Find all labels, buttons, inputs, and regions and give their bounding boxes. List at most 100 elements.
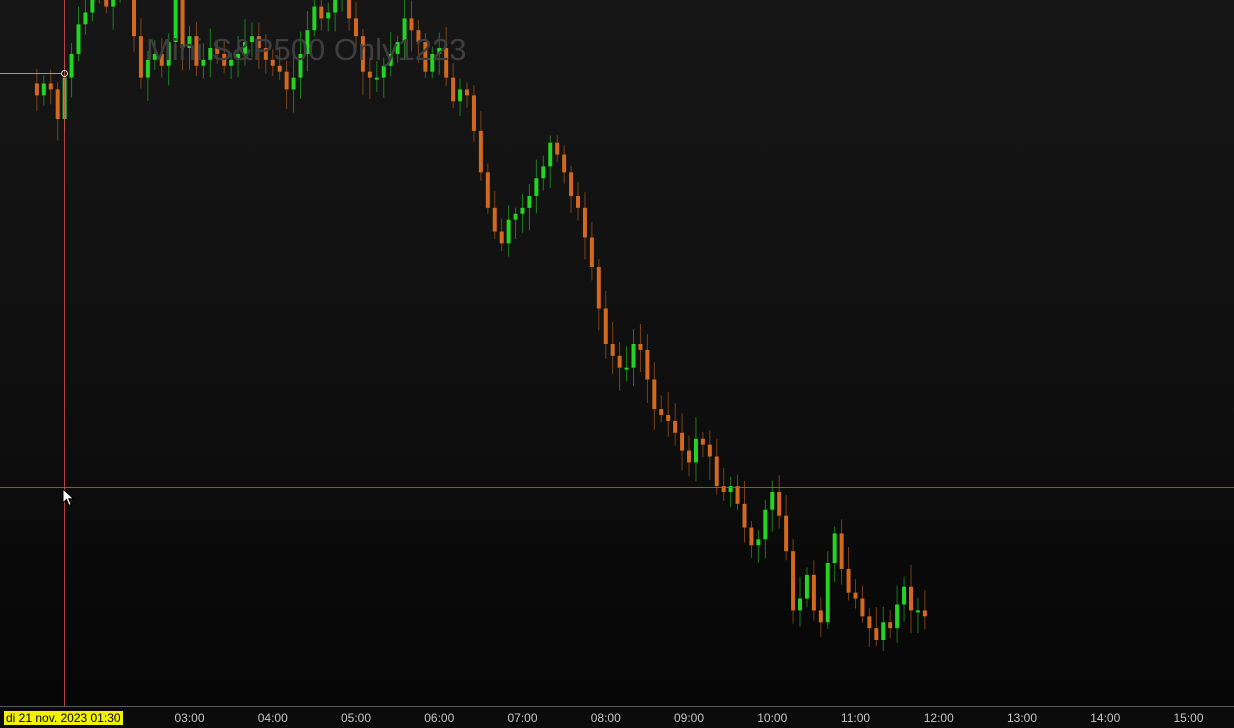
candle-up	[541, 166, 546, 179]
candle-up	[333, 0, 338, 13]
candle-down	[846, 568, 851, 593]
candle-up	[770, 492, 775, 510]
candle-up	[236, 53, 241, 60]
candle-down	[270, 59, 275, 66]
candle-down	[909, 586, 913, 611]
time-tick-label: 14:00	[1090, 711, 1121, 725]
candle-down	[922, 610, 927, 617]
candle-up	[173, 0, 178, 43]
candle-up	[756, 539, 761, 546]
candle-down	[867, 616, 872, 629]
candle-down	[714, 456, 719, 487]
candle-down	[638, 344, 643, 350]
candle-down	[645, 349, 650, 380]
time-tick-label: 13:00	[1006, 711, 1038, 725]
candle-down	[576, 196, 580, 208]
candle-down	[499, 231, 504, 244]
candle-down	[409, 18, 414, 31]
time-axis[interactable]: 03:00 04:00 05:00 06:00 07:00 08:00 09:00 10:00…	[0, 706, 1234, 728]
candle-up	[548, 142, 553, 167]
candle-down	[721, 486, 726, 492]
candle-down	[55, 89, 60, 120]
candle-up	[534, 178, 539, 196]
candle-down	[194, 36, 199, 66]
crosshair-time-label: di 21 nov. 2023 01:30	[4, 711, 123, 725]
candle-down	[749, 527, 754, 546]
candle-down	[839, 533, 844, 569]
candle-up	[832, 533, 837, 564]
candle-up	[152, 53, 157, 60]
candle-down	[347, 0, 352, 19]
candle-up	[298, 53, 303, 78]
candle-up	[506, 219, 511, 244]
candle-down	[284, 71, 289, 90]
time-tick-label: 06:00	[424, 711, 455, 725]
candle-up	[513, 213, 518, 220]
candle-down	[818, 610, 823, 623]
candle-down	[215, 48, 220, 54]
candle-up	[430, 53, 435, 72]
time-tick-label: 07:00	[507, 711, 538, 725]
candle-up	[895, 604, 900, 629]
candle-up	[728, 486, 733, 492]
price-plot[interactable]	[0, 0, 1234, 706]
time-tick-label: 08:00	[590, 711, 621, 725]
candle-down	[569, 172, 574, 196]
candle-down	[444, 48, 449, 78]
candle-down	[48, 83, 53, 90]
candle-down	[652, 379, 657, 410]
candle-up	[76, 24, 81, 54]
candle-down	[707, 444, 712, 457]
candle-up	[402, 18, 407, 43]
candle-down	[416, 30, 421, 43]
candle-down	[492, 207, 497, 232]
chart-window[interactable]: Mini S&P500 Only1223 03:00 04:00 05:00 06:0…	[0, 0, 1234, 728]
candle-down	[853, 592, 858, 599]
candle-down	[180, 0, 185, 48]
candle-down	[582, 207, 587, 238]
candle-up	[111, 0, 116, 7]
candle-down	[319, 6, 324, 19]
candle-down	[478, 130, 483, 173]
time-tick-label: 09:00	[673, 711, 705, 725]
candle-up	[763, 509, 768, 540]
candle-up	[624, 367, 629, 370]
time-tick-label: 12:00	[923, 711, 954, 725]
candle-down	[132, 0, 136, 37]
candle-up	[249, 36, 254, 43]
candle-down	[860, 598, 865, 617]
candle-down	[811, 574, 816, 611]
candle-down	[735, 486, 740, 504]
candle-down	[596, 267, 601, 309]
time-tick-label: 05:00	[340, 711, 372, 725]
candle-up	[902, 586, 907, 605]
candle-down	[367, 71, 372, 78]
candle-up	[798, 598, 802, 611]
candle-down	[104, 0, 109, 7]
candle-up	[90, 0, 95, 13]
candle-down	[562, 154, 567, 173]
candle-down	[784, 515, 789, 552]
candle-up	[166, 42, 171, 66]
candle-up	[229, 59, 234, 66]
candle-up	[458, 89, 463, 102]
arrow-cursor-icon	[62, 488, 75, 507]
candle-up	[825, 563, 830, 623]
time-tick-label: 15:00	[1173, 711, 1204, 725]
time-tick-label: 11:00	[840, 711, 871, 725]
candles-layer	[34, 0, 927, 651]
candle-down	[610, 344, 615, 356]
candle-up	[881, 622, 886, 640]
candle-down	[485, 172, 490, 208]
candle-down	[222, 53, 227, 66]
candle-up	[305, 30, 310, 54]
candle-down	[423, 42, 428, 72]
candle-up	[312, 6, 317, 31]
candle-up	[187, 36, 192, 48]
candle-up	[83, 12, 88, 25]
candle-up	[208, 48, 213, 60]
candle-down	[603, 308, 608, 344]
time-tick-label: 10:00	[757, 711, 788, 725]
candle-down	[34, 83, 39, 96]
candle-down	[888, 622, 893, 629]
